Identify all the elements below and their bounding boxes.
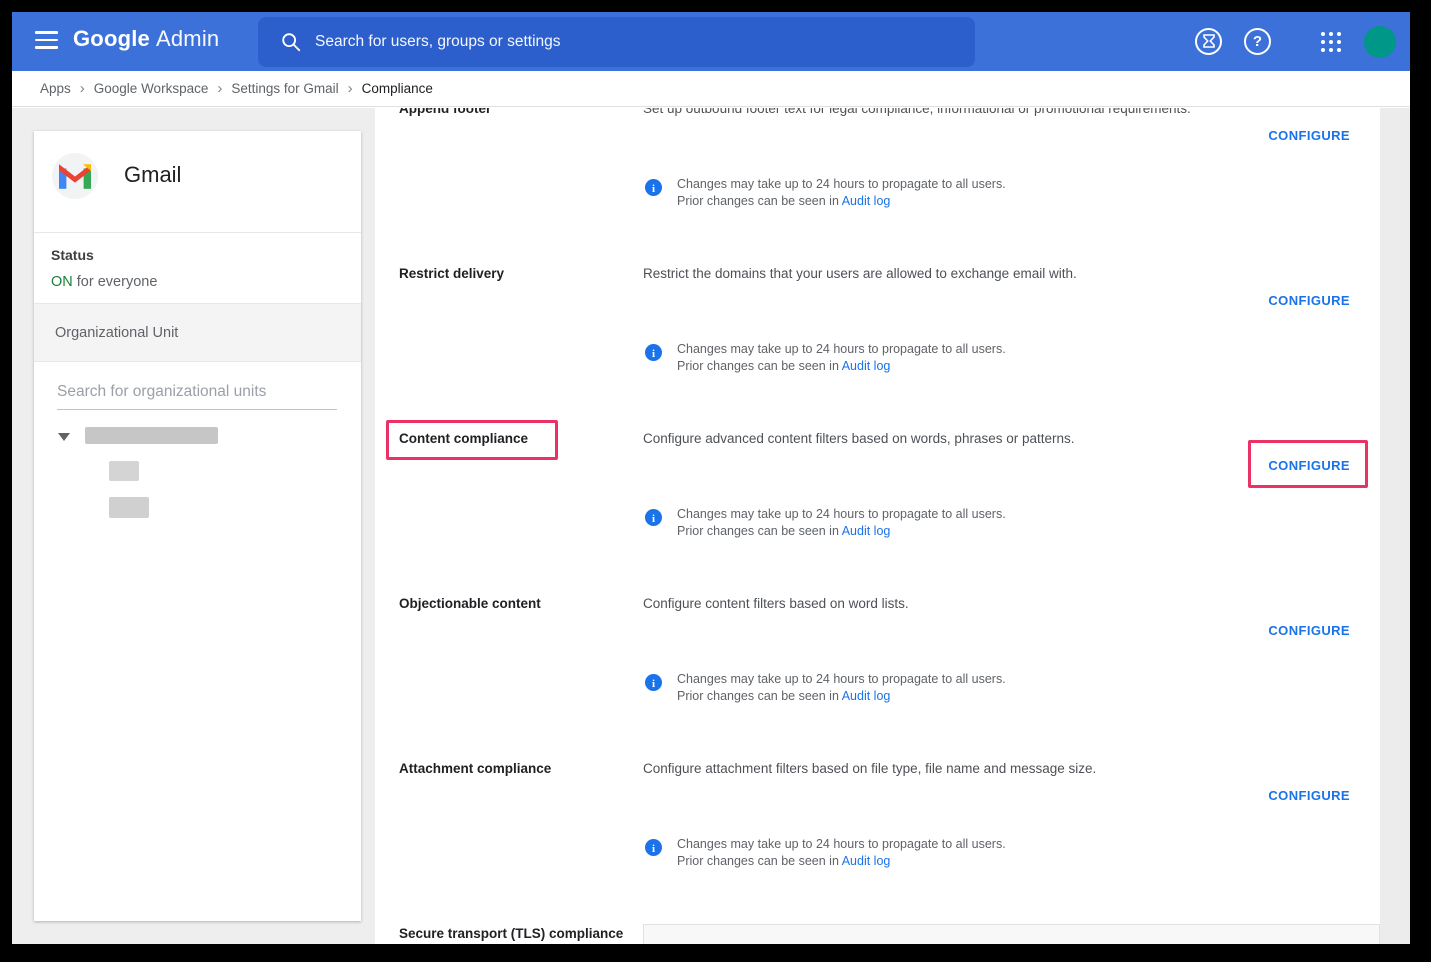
breadcrumb-apps[interactable]: Apps bbox=[40, 81, 71, 96]
top-app-bar: GoogleAdmin ? bbox=[12, 12, 1410, 71]
setting-row-content-compliance: Content compliance Configure advanced co… bbox=[375, 431, 1380, 591]
breadcrumb-google-workspace[interactable]: Google Workspace bbox=[94, 81, 209, 96]
audit-log-link[interactable]: Audit log bbox=[842, 689, 891, 703]
breadcrumb-current-compliance: Compliance bbox=[362, 81, 433, 96]
tree-expand-arrow-icon[interactable] bbox=[58, 433, 70, 441]
note-line2: Prior changes can be seen in Audit log bbox=[677, 524, 890, 538]
note-line2: Prior changes can be seen in Audit log bbox=[677, 689, 890, 703]
audit-log-link[interactable]: Audit log bbox=[842, 359, 891, 373]
setting-row-objectionable-content: Objectionable content Configure content … bbox=[375, 596, 1380, 756]
info-icon bbox=[645, 179, 662, 196]
brand-admin: Admin bbox=[156, 26, 219, 51]
audit-log-link[interactable]: Audit log bbox=[842, 854, 891, 868]
status-on-badge: ON bbox=[51, 274, 73, 290]
audit-log-link[interactable]: Audit log bbox=[842, 194, 891, 208]
global-search-input[interactable] bbox=[313, 17, 953, 67]
info-icon bbox=[645, 674, 662, 691]
setting-description: Configure advanced content filters based… bbox=[643, 431, 1323, 447]
note-line1: Changes may take up to 24 hours to propa… bbox=[677, 672, 1006, 686]
setting-row-tls-compliance: Secure transport (TLS) compliance bbox=[375, 926, 1380, 944]
setting-label: Attachment compliance bbox=[399, 761, 634, 777]
note-line2: Prior changes can be seen in Audit log bbox=[677, 359, 890, 373]
configure-button[interactable]: CONFIGURE bbox=[1268, 788, 1350, 803]
chevron-right-icon: › bbox=[217, 81, 222, 96]
configure-button[interactable]: CONFIGURE bbox=[1268, 293, 1350, 308]
note-line1: Changes may take up to 24 hours to propa… bbox=[677, 837, 1006, 851]
setting-label: Append footer bbox=[399, 108, 634, 117]
configure-button[interactable]: CONFIGURE bbox=[1268, 128, 1350, 143]
status-value: ON for everyone bbox=[51, 274, 157, 290]
chevron-right-icon: › bbox=[80, 81, 85, 96]
setting-label: Secure transport (TLS) compliance bbox=[399, 926, 659, 942]
brand-google: Google bbox=[73, 26, 150, 51]
setting-row-attachment-compliance: Attachment compliance Configure attachme… bbox=[375, 761, 1380, 921]
org-unit-label: Organizational Unit bbox=[55, 325, 178, 341]
setting-description: Set up outbound footer text for legal co… bbox=[643, 108, 1323, 117]
note-line2-text: Prior changes can be seen in bbox=[677, 689, 839, 703]
breadcrumb-settings-for-gmail[interactable]: Settings for Gmail bbox=[231, 81, 338, 96]
note-line1: Changes may take up to 24 hours to propa… bbox=[677, 177, 1006, 191]
setting-label: Restrict delivery bbox=[399, 266, 634, 282]
note-line2-text: Prior changes can be seen in bbox=[677, 194, 839, 208]
note-line2-text: Prior changes can be seen in bbox=[677, 359, 839, 373]
org-unit-child-redacted[interactable] bbox=[109, 497, 149, 518]
org-unit-header[interactable]: Organizational Unit bbox=[34, 304, 361, 362]
configure-button[interactable]: CONFIGURE bbox=[1268, 623, 1350, 638]
setting-description: Configure attachment filters based on fi… bbox=[643, 761, 1323, 777]
gmail-logo-icon bbox=[52, 153, 98, 199]
apps-grid-icon[interactable] bbox=[1321, 32, 1341, 52]
account-avatar[interactable] bbox=[1364, 26, 1396, 58]
org-unit-search-input[interactable] bbox=[57, 379, 337, 410]
setting-row-append-footer: Append footer Set up outbound footer tex… bbox=[375, 108, 1380, 261]
note-line2: Prior changes can be seen in Audit log bbox=[677, 194, 890, 208]
org-unit-child-redacted[interactable] bbox=[109, 461, 139, 481]
setting-description: Restrict the domains that your users are… bbox=[643, 266, 1323, 282]
setting-label: Objectionable content bbox=[399, 596, 634, 612]
screenshot-frame: GoogleAdmin ? Apps › bbox=[0, 0, 1431, 962]
global-search-bar[interactable] bbox=[258, 17, 975, 67]
configure-button[interactable]: CONFIGURE bbox=[1268, 458, 1350, 473]
info-icon bbox=[645, 344, 662, 361]
main-menu-icon[interactable] bbox=[35, 31, 58, 49]
setting-description: Configure content filters based on word … bbox=[643, 596, 1323, 612]
service-header: Gmail bbox=[34, 131, 361, 233]
breadcrumb: Apps › Google Workspace › Settings for G… bbox=[12, 71, 1410, 107]
scrollbar-gutter[interactable] bbox=[1380, 108, 1410, 944]
note-line1: Changes may take up to 24 hours to propa… bbox=[677, 342, 1006, 356]
sidebar: Gmail Status ON for everyone Organizatio… bbox=[12, 108, 375, 944]
search-icon bbox=[280, 31, 302, 53]
trial-hourglass-icon[interactable] bbox=[1195, 28, 1222, 55]
setting-panel bbox=[643, 924, 1380, 944]
note-line2: Prior changes can be seen in Audit log bbox=[677, 854, 890, 868]
info-icon bbox=[645, 839, 662, 856]
info-icon bbox=[645, 509, 662, 526]
note-line2-text: Prior changes can be seen in bbox=[677, 524, 839, 538]
org-unit-search bbox=[57, 379, 337, 410]
chevron-right-icon: › bbox=[348, 81, 353, 96]
status-section: Status ON for everyone bbox=[34, 233, 361, 304]
admin-console-window: GoogleAdmin ? Apps › bbox=[12, 12, 1410, 944]
product-logo[interactable]: GoogleAdmin bbox=[73, 26, 219, 52]
status-suffix: for everyone bbox=[77, 274, 158, 290]
note-line1: Changes may take up to 24 hours to propa… bbox=[677, 507, 1006, 521]
settings-list: Append footer Set up outbound footer tex… bbox=[375, 108, 1380, 944]
org-unit-root-redacted[interactable] bbox=[85, 427, 218, 444]
help-icon[interactable]: ? bbox=[1244, 28, 1271, 55]
note-line2-text: Prior changes can be seen in bbox=[677, 854, 839, 868]
service-title: Gmail bbox=[124, 162, 181, 188]
setting-row-restrict-delivery: Restrict delivery Restrict the domains t… bbox=[375, 266, 1380, 426]
question-glyph: ? bbox=[1253, 33, 1262, 50]
setting-label: Content compliance bbox=[399, 431, 634, 447]
audit-log-link[interactable]: Audit log bbox=[842, 524, 891, 538]
status-label: Status bbox=[51, 247, 94, 263]
org-unit-card: Gmail Status ON for everyone Organizatio… bbox=[34, 131, 361, 921]
page-body: Gmail Status ON for everyone Organizatio… bbox=[12, 108, 1410, 944]
